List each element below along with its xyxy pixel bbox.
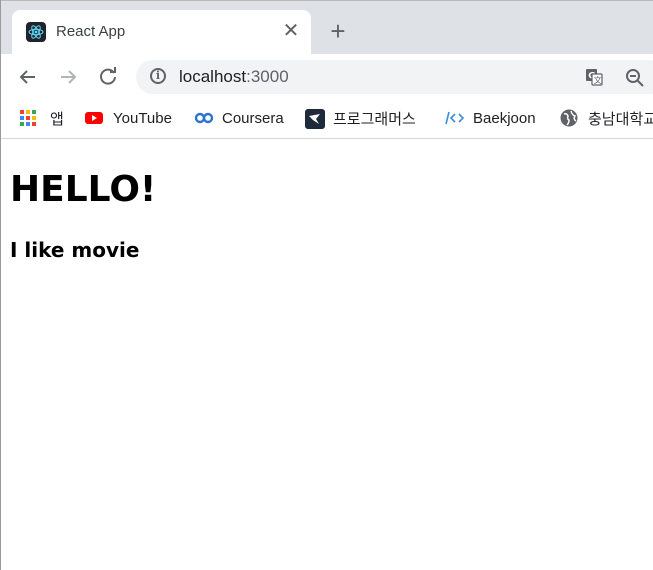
bookmark-cnu[interactable]: 충남대학교: [560, 107, 653, 129]
tab-strip: React App ✕ +: [0, 0, 653, 54]
site-info-icon[interactable]: i: [150, 68, 166, 84]
page-heading: HELLO!: [10, 169, 157, 210]
tab-title: React App: [56, 23, 126, 40]
bookmark-programmers[interactable]: 프로그래머스: [305, 107, 416, 129]
url-text[interactable]: localhost:3000: [179, 67, 289, 87]
reload-icon[interactable]: [95, 64, 121, 90]
tab-react-app[interactable]: React App ✕: [12, 10, 311, 54]
programmers-icon: [305, 109, 325, 129]
bookmark-label: 충남대학교: [588, 110, 653, 128]
bookmark-apps[interactable]: 앱: [20, 107, 64, 129]
forward-arrow-icon[interactable]: [55, 64, 81, 90]
url-host: localhost: [179, 67, 247, 86]
bookmark-baekjoon[interactable]: Baekjoon: [445, 107, 536, 129]
new-tab-icon[interactable]: +: [327, 18, 349, 44]
baekjoon-icon: [445, 109, 465, 127]
translate-icon[interactable]: G 文: [585, 68, 603, 86]
bookmark-coursera[interactable]: Coursera: [194, 107, 284, 129]
close-tab-icon[interactable]: ✕: [281, 21, 301, 41]
bookmarks-bar: 앱 YouTube Coursera 프로그래머스 Baekjoon 충남대학교: [0, 100, 653, 139]
globe-icon: [560, 109, 578, 127]
bookmark-label: Coursera: [222, 109, 284, 127]
back-arrow-icon[interactable]: [15, 64, 41, 90]
address-bar[interactable]: i localhost:3000 G 文: [136, 60, 653, 94]
page-subheading: I like movie: [10, 238, 140, 262]
bookmark-label: YouTube: [113, 109, 172, 127]
react-logo-icon: [26, 22, 46, 42]
youtube-icon: [85, 109, 103, 127]
bookmark-label: 앱: [50, 110, 64, 128]
svg-text:文: 文: [594, 75, 602, 85]
toolbar: i localhost:3000 G 文: [0, 54, 653, 100]
coursera-icon: [194, 109, 214, 127]
bookmark-label: 프로그래머스: [333, 110, 416, 128]
zoom-out-icon[interactable]: [625, 68, 645, 88]
bookmark-youtube[interactable]: YouTube: [85, 107, 172, 129]
apps-grid-icon: [20, 110, 36, 126]
url-port: :3000: [246, 67, 289, 86]
bookmark-label: Baekjoon: [473, 109, 536, 127]
